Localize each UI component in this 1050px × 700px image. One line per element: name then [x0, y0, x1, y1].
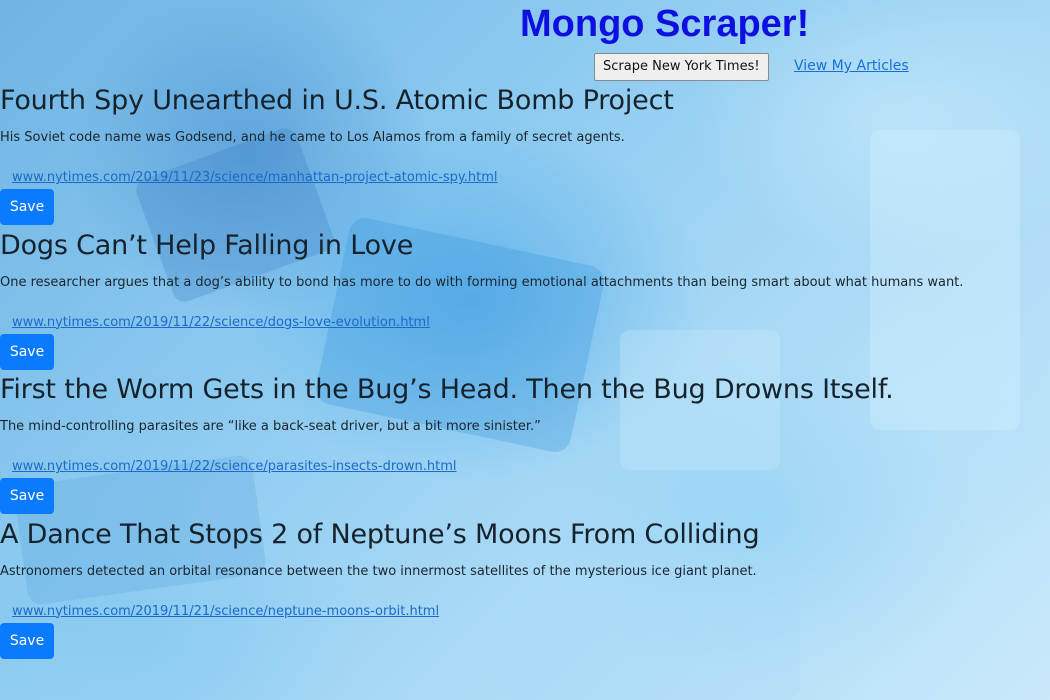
site-title: Mongo Scraper! [520, 3, 810, 45]
article-link[interactable]: www.nytimes.com/2019/11/22/science/dogs-… [12, 314, 430, 332]
article-headline: First the Worm Gets in the Bug’s Head. T… [0, 374, 894, 405]
article-headline: Dogs Can’t Help Falling in Love [0, 229, 414, 261]
scrape-button[interactable]: Scrape New York Times! [594, 53, 769, 81]
article-summary: Astronomers detected an orbital resonanc… [0, 563, 757, 579]
article-item: Dogs Can’t Help Falling in Love One rese… [0, 227, 1050, 372]
article-list: Fourth Spy Unearthed in U.S. Atomic Bomb… [0, 82, 1050, 660]
article-link[interactable]: www.nytimes.com/2019/11/23/science/manha… [12, 169, 498, 187]
article-link[interactable]: www.nytimes.com/2019/11/21/science/neptu… [12, 603, 439, 621]
article-headline: Fourth Spy Unearthed in U.S. Atomic Bomb… [0, 85, 674, 116]
site-header: Mongo Scraper! Scrape New York Times! Vi… [0, 0, 1050, 82]
article-item: First the Worm Gets in the Bug’s Head. T… [0, 371, 1050, 516]
article-link[interactable]: www.nytimes.com/2019/11/22/science/paras… [12, 458, 456, 476]
save-button[interactable]: Save [0, 333, 54, 370]
article-item: Fourth Spy Unearthed in U.S. Atomic Bomb… [0, 82, 1050, 227]
article-summary: The mind-controlling parasites are “like… [0, 419, 541, 434]
article-summary: His Soviet code name was Godsend, and he… [0, 130, 625, 145]
view-articles-link[interactable]: View My Articles [794, 58, 909, 74]
save-button[interactable]: Save [0, 478, 54, 514]
save-button[interactable]: Save [0, 622, 54, 659]
article-item: A Dance That Stops 2 of Neptune’s Moons … [0, 516, 1050, 661]
save-button[interactable]: Save [0, 189, 54, 225]
article-summary: One researcher argues that a dog’s abili… [0, 274, 964, 290]
article-headline: A Dance That Stops 2 of Neptune’s Moons … [0, 518, 760, 550]
